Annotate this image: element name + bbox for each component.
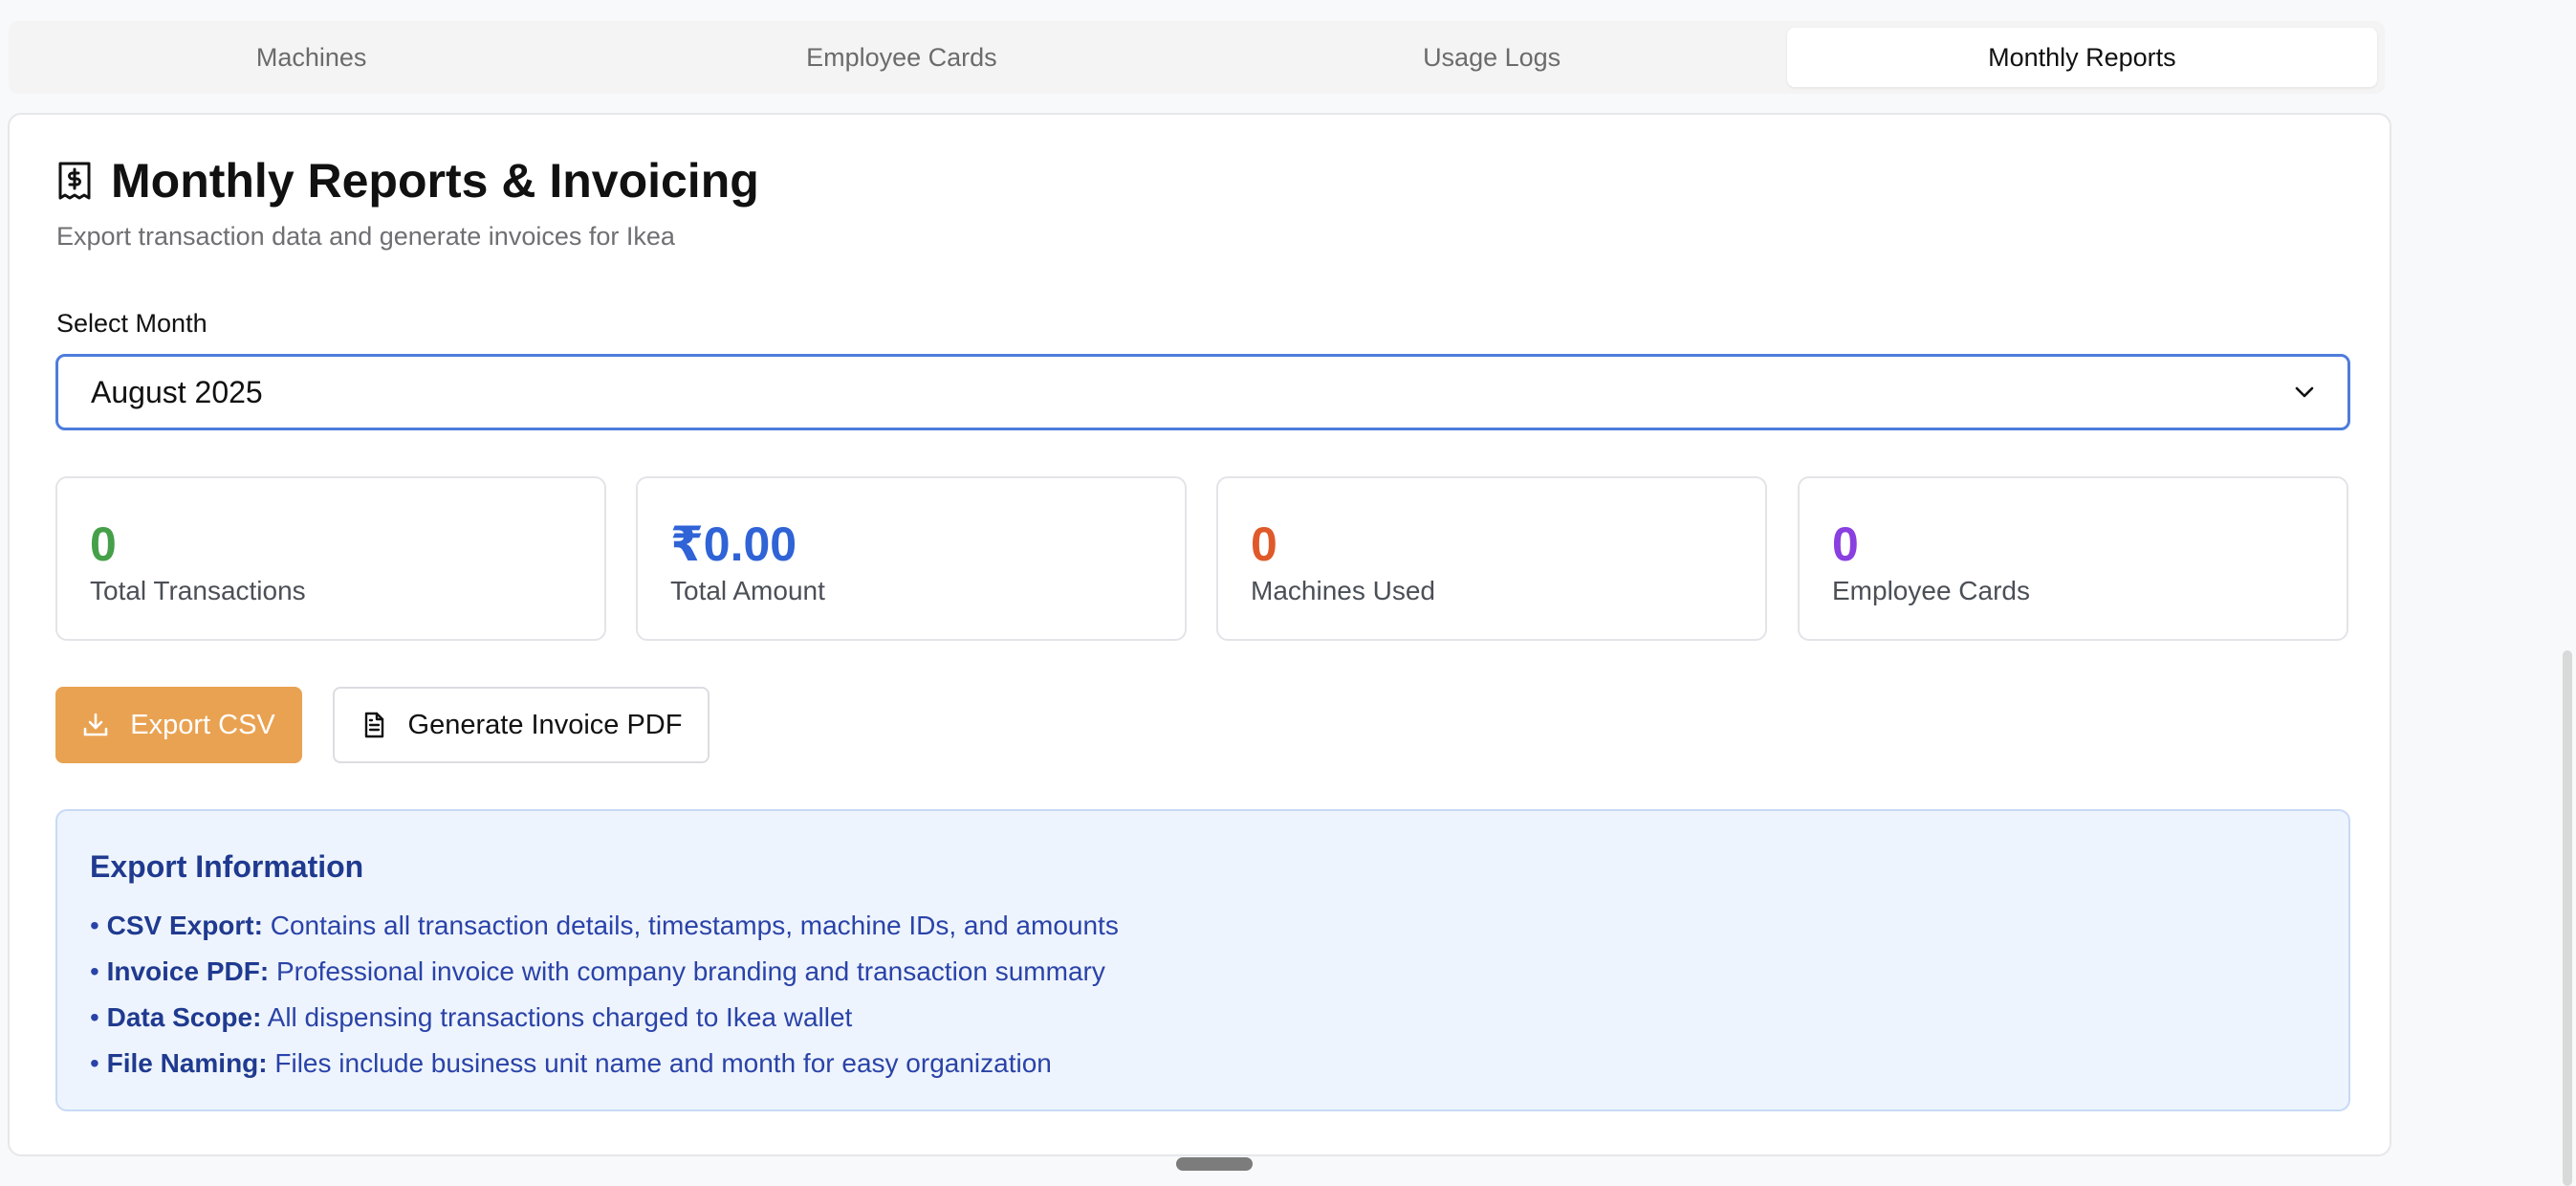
stat-card-total-transactions: 0 Total Transactions xyxy=(55,476,606,641)
tab-machines[interactable]: Machines xyxy=(16,28,606,87)
info-text: Professional invoice with company brandi… xyxy=(275,956,1105,986)
bullet: • xyxy=(90,911,99,940)
export-info-title: Export Information xyxy=(90,849,364,884)
bullet: • xyxy=(90,956,99,986)
export-csv-button[interactable]: Export CSV xyxy=(55,687,302,763)
document-icon xyxy=(364,712,383,738)
resize-handle[interactable] xyxy=(1176,1157,1253,1171)
generate-invoice-pdf-button[interactable]: Generate Invoice PDF xyxy=(333,687,709,763)
stat-label: Total Transactions xyxy=(90,576,306,605)
info-text: All dispensing transactions charged to I… xyxy=(267,1002,853,1032)
stat-label: Total Amount xyxy=(670,576,825,605)
stat-card-total-amount: ₹0.00 Total Amount xyxy=(636,476,1187,641)
export-info-panel: Export Information • CSV Export: Contain… xyxy=(55,809,2350,1111)
chevron-down-icon xyxy=(2295,386,2314,398)
monthly-reports-card: Monthly Reports & Invoicing Export trans… xyxy=(8,113,2391,1156)
info-term: CSV Export: xyxy=(106,911,263,940)
info-term: File Naming: xyxy=(106,1048,268,1078)
generate-invoice-pdf-label: Generate Invoice PDF xyxy=(407,709,683,740)
list-item: • Invoice PDF: Professional invoice with… xyxy=(90,956,1105,987)
scrollbar-thumb[interactable] xyxy=(2563,650,2572,1186)
month-select-value: August 2025 xyxy=(91,374,263,409)
tab-employee-cards[interactable]: Employee Cards xyxy=(606,28,1196,87)
stat-label: Machines Used xyxy=(1251,576,1435,605)
month-select[interactable]: August 2025 xyxy=(55,354,2350,430)
stat-value: ₹0.00 xyxy=(670,517,797,571)
list-item: • File Naming: Files include business un… xyxy=(90,1048,1052,1079)
download-icon xyxy=(83,713,108,736)
info-term: Invoice PDF: xyxy=(106,956,270,986)
tab-bar: Machines Employee Cards Usage Logs Month… xyxy=(9,21,2385,94)
page-title: Monthly Reports & Invoicing xyxy=(111,154,759,208)
stat-card-employee-cards: 0 Employee Cards xyxy=(1798,476,2348,641)
tab-usage-logs[interactable]: Usage Logs xyxy=(1197,28,1787,87)
list-item: • Data Scope: All dispensing transaction… xyxy=(90,1002,852,1033)
select-month-label: Select Month xyxy=(56,309,207,338)
page-subtitle: Export transaction data and generate inv… xyxy=(56,222,675,251)
stat-value: 0 xyxy=(1251,517,1277,571)
export-csv-label: Export CSV xyxy=(130,709,275,740)
info-text: Files include business unit name and mon… xyxy=(274,1048,1052,1078)
stat-value: 0 xyxy=(90,517,117,571)
stat-card-machines-used: 0 Machines Used xyxy=(1216,476,1767,641)
list-item: • CSV Export: Contains all transaction d… xyxy=(90,911,1119,941)
info-text: Contains all transaction details, timest… xyxy=(270,911,1119,940)
stat-label: Employee Cards xyxy=(1832,576,2030,605)
receipt-icon xyxy=(58,162,91,200)
bullet: • xyxy=(90,1048,99,1078)
bullet: • xyxy=(90,1002,99,1032)
info-term: Data Scope: xyxy=(106,1002,262,1032)
tab-monthly-reports[interactable]: Monthly Reports xyxy=(1786,28,2377,87)
title-row: Monthly Reports & Invoicing xyxy=(55,153,759,209)
stat-value: 0 xyxy=(1832,517,1859,571)
